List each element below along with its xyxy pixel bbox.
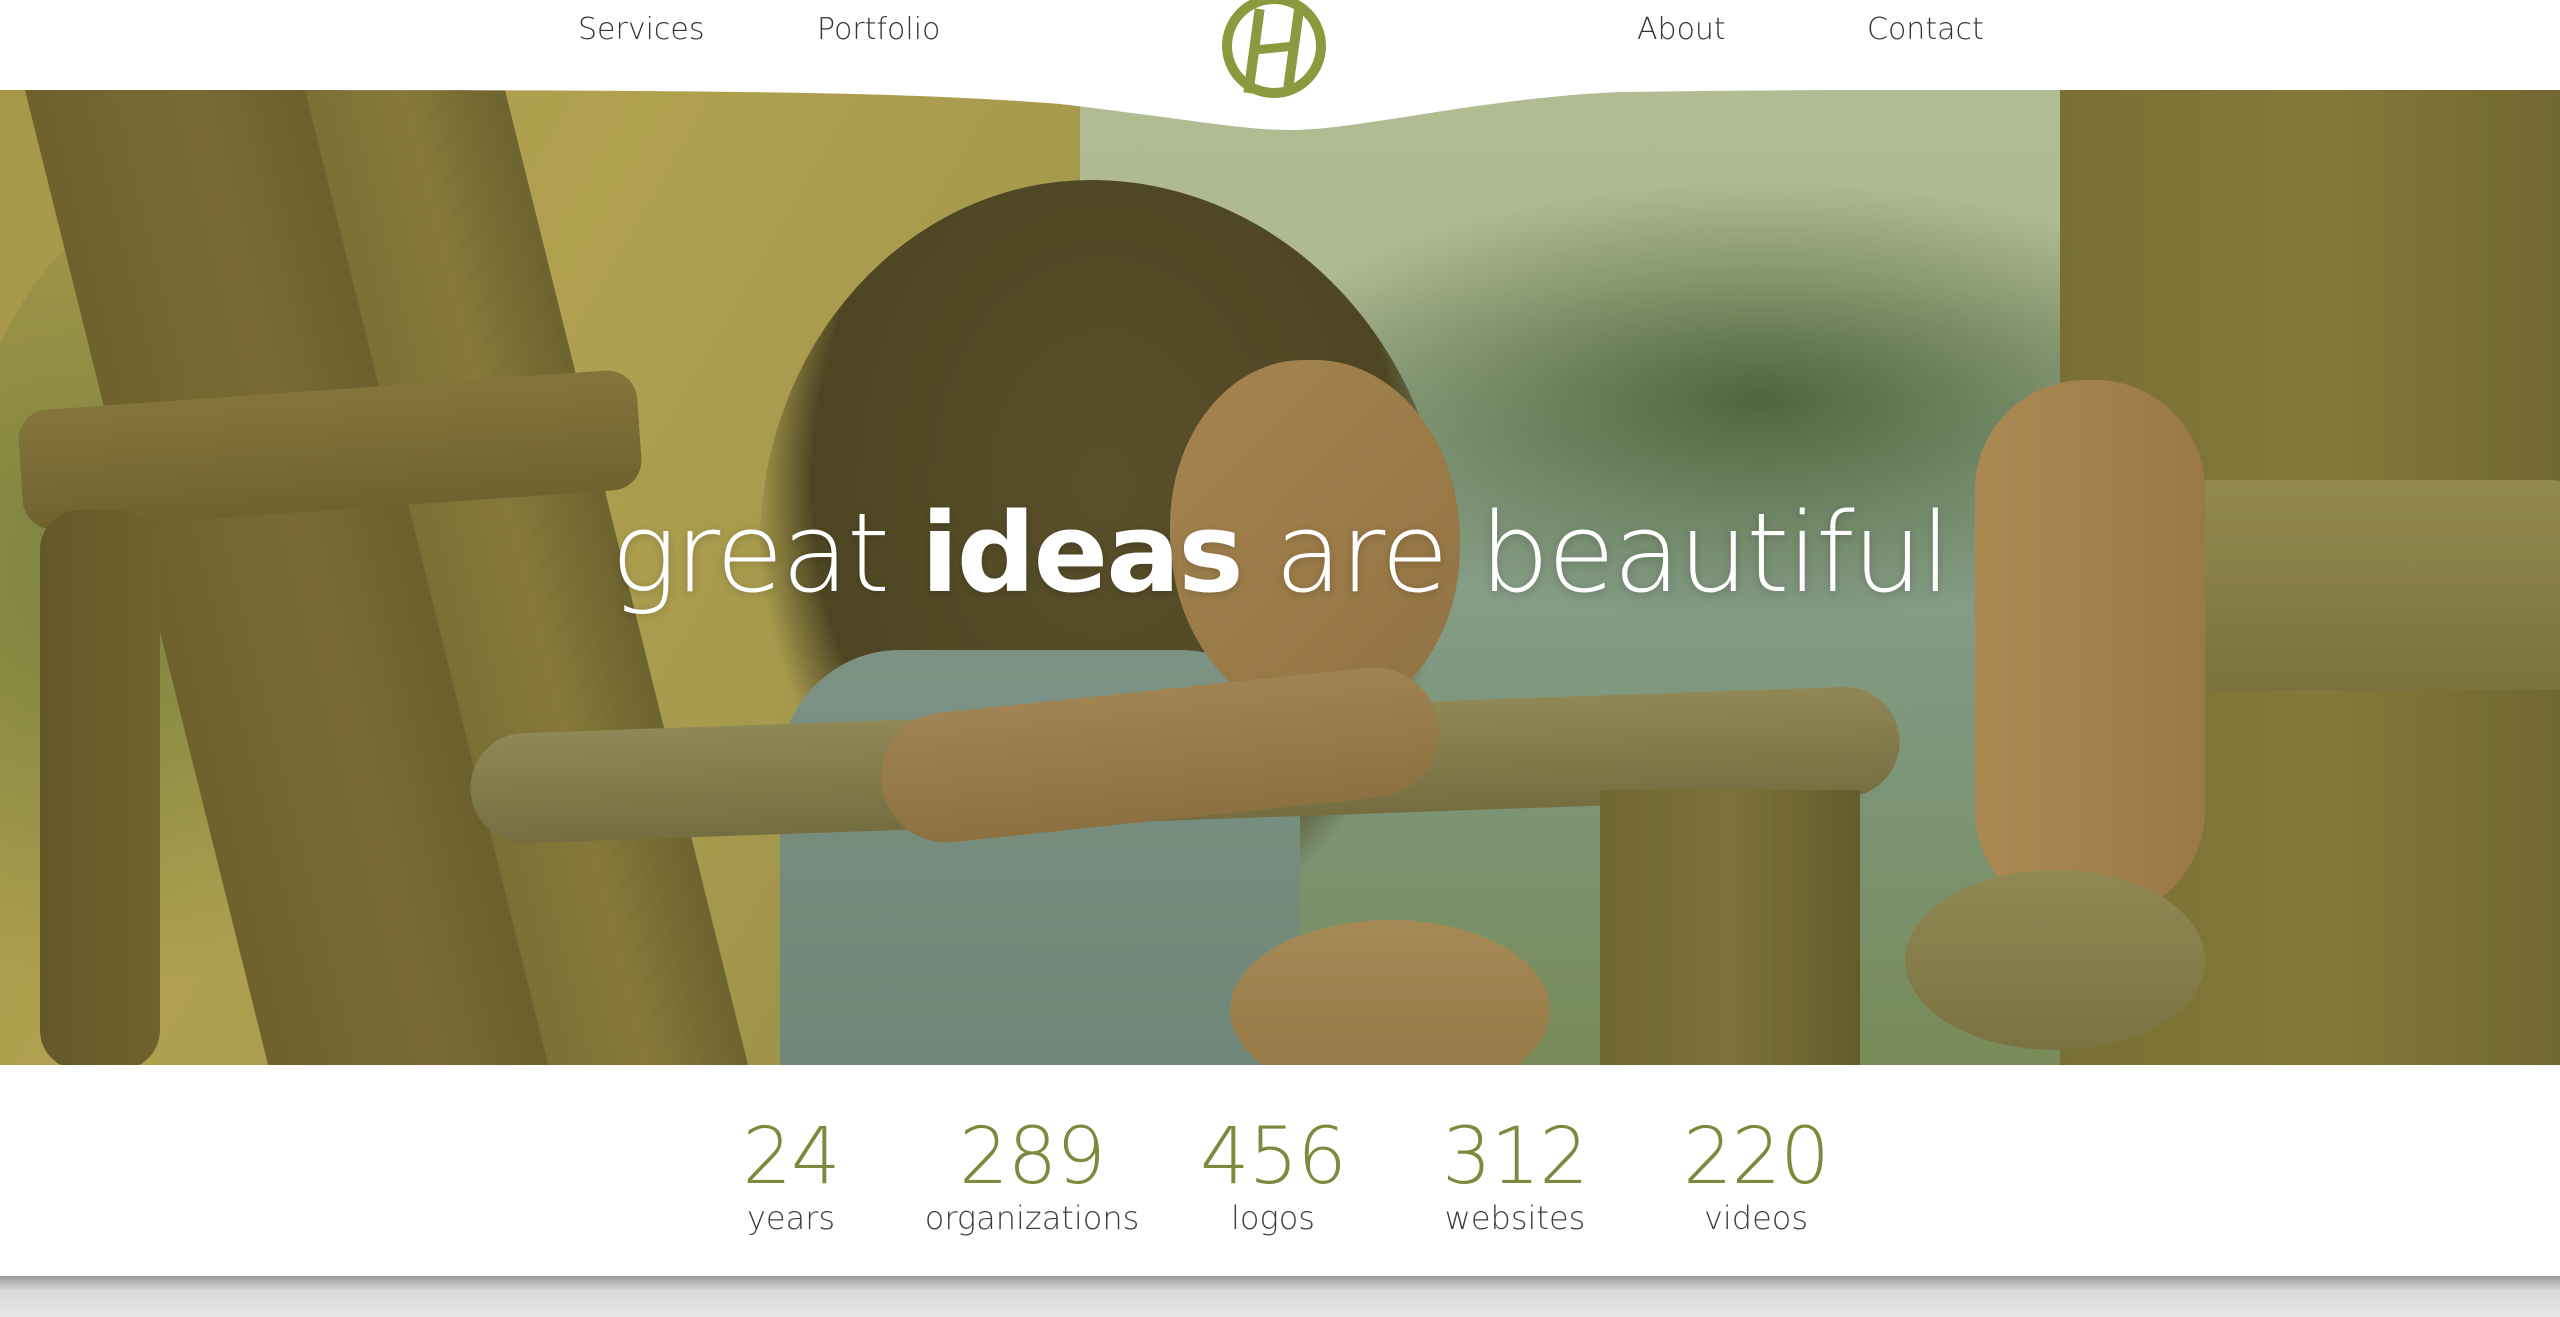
stat-websites: 312 websites xyxy=(1395,1115,1635,1237)
stat-number: 289 xyxy=(959,1112,1106,1202)
hero-headline: great ideas are beautiful xyxy=(0,493,2560,613)
stat-label: organizations xyxy=(924,1199,1140,1237)
stat-label: videos xyxy=(1703,1199,1809,1237)
stat-organizations: 289 organizations xyxy=(912,1115,1152,1237)
stat-label: logos xyxy=(1231,1199,1315,1237)
nav-link-services[interactable]: Services xyxy=(578,12,705,47)
stat-years: 24 years xyxy=(671,1115,911,1237)
nav-link-about[interactable]: About xyxy=(1637,12,1726,47)
stat-label: years xyxy=(746,1199,836,1237)
stat-number: 220 xyxy=(1683,1112,1830,1202)
stat-number: 24 xyxy=(742,1112,840,1202)
next-section-edge xyxy=(0,1276,2560,1317)
h-monogram-logo-icon[interactable]: H xyxy=(1219,0,1329,106)
stat-logos: 456 logos xyxy=(1153,1115,1393,1237)
stat-label: websites xyxy=(1444,1199,1586,1237)
nav-link-contact[interactable]: Contact xyxy=(1867,12,1984,47)
stat-videos: 220 videos xyxy=(1636,1115,1876,1237)
headline-part-2: are beautiful xyxy=(1241,489,1951,617)
stat-number: 312 xyxy=(1442,1112,1589,1202)
headline-part-1: great xyxy=(611,489,922,617)
headline-bold: ideas xyxy=(921,489,1244,617)
stat-number: 456 xyxy=(1200,1112,1347,1202)
stats-section: 24 years 289 organizations 456 logos 312… xyxy=(0,1065,2560,1276)
nav-link-portfolio[interactable]: Portfolio xyxy=(817,12,940,47)
